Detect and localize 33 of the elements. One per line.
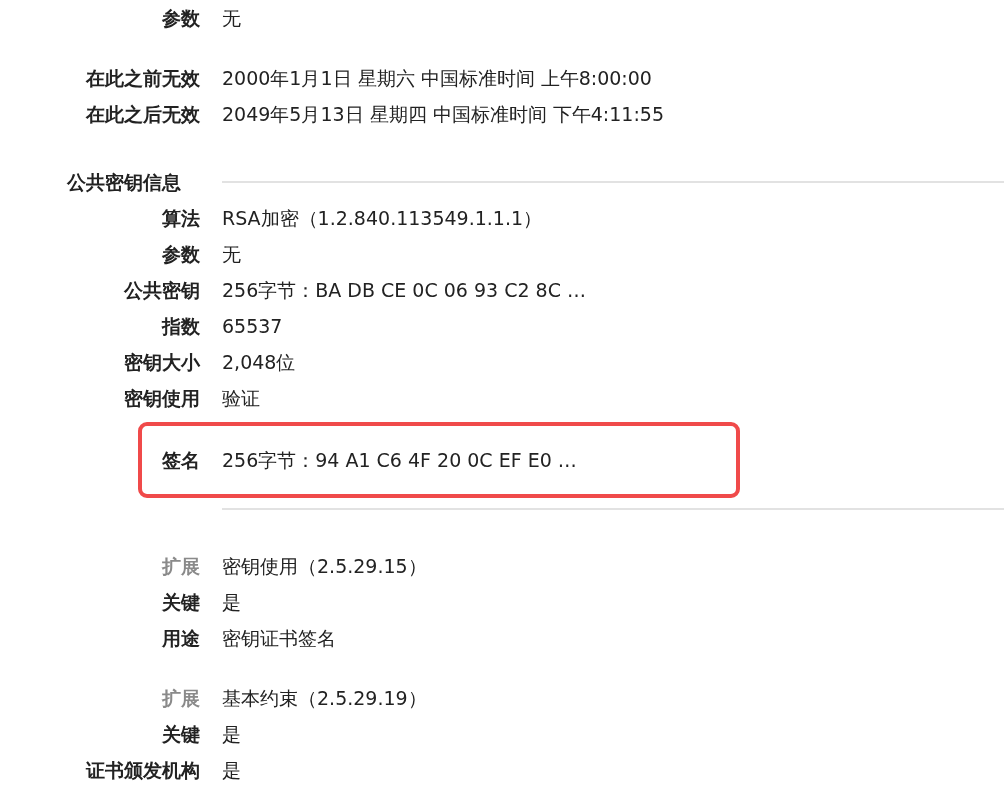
field-label: 证书颁发机构: [84, 758, 200, 783]
field-value: 是: [222, 590, 241, 615]
field-value: 密钥使用（2.5.29.15）: [222, 554, 427, 579]
field-label: 签名: [161, 447, 200, 473]
field-label: 关键: [161, 590, 200, 615]
field-value: 验证: [222, 386, 260, 411]
field-value: 基本约束（2.5.29.19）: [222, 686, 427, 711]
field-label: 关键: [161, 722, 200, 747]
field-label: 扩展: [160, 686, 200, 711]
field-value: 256字节：94 A1 C6 4F 20 0C EF E0 …: [222, 447, 577, 473]
field-value: 2000年1月1日 星期六 中国标准时间 上午8:00:00: [222, 66, 652, 91]
field-label: 参数: [161, 6, 200, 31]
field-value: 2049年5月13日 星期四 中国标准时间 下午4:11:55: [222, 102, 664, 127]
field-value: 密钥证书签名: [222, 626, 336, 651]
field-label: 密钥使用: [123, 386, 200, 411]
field-label: 参数: [161, 242, 200, 267]
field-label: 密钥大小: [123, 350, 200, 375]
field-value: 2,048位: [222, 350, 296, 375]
field-label: 用途: [161, 626, 200, 651]
field-value: RSA加密（1.2.840.113549.1.1.1）: [222, 206, 543, 231]
field-label: 扩展: [160, 554, 200, 579]
field-label: 公共密钥: [123, 278, 200, 303]
field-value: 无: [222, 242, 241, 267]
field-label: 指数: [160, 314, 200, 339]
field-label: 在此之后无效: [84, 102, 200, 127]
field-value: 是: [222, 722, 241, 747]
field-value: 65537: [222, 314, 283, 339]
field-label: 在此之前无效: [84, 66, 200, 91]
field-label: 算法: [161, 206, 200, 231]
field-value: 256字节：BA DB CE 0C 06 93 C2 8C …: [222, 278, 586, 303]
field-value: 无: [222, 6, 241, 31]
section-header: 公共密钥信息: [66, 170, 182, 195]
field-value: 是: [222, 758, 241, 783]
